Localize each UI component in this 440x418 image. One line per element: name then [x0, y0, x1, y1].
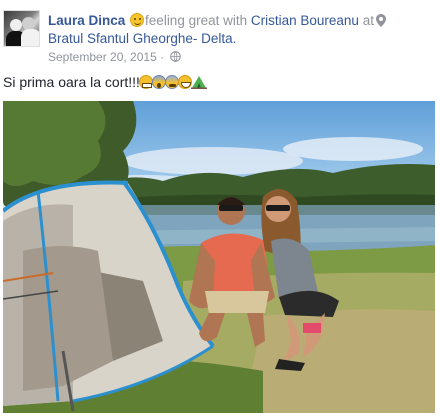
meta-separator: · [160, 50, 165, 64]
face-screaming-icon [151, 75, 166, 89]
smiling-face-icon [177, 75, 192, 89]
author-name-link[interactable]: Laura Dinca [48, 13, 125, 28]
post-meta: September 20, 2015 · [48, 50, 182, 64]
post-location-line: Bratul Sfantul Gheorghe- Delta. [48, 30, 236, 47]
globe-icon[interactable] [170, 51, 182, 62]
map-pin-icon [375, 14, 386, 27]
author-avatar[interactable] [3, 10, 40, 47]
photo-scene [3, 101, 435, 413]
post-photo[interactable] [3, 101, 435, 413]
at-text: at [362, 13, 374, 28]
location-link[interactable]: Bratul Sfantul Gheorghe- Delta. [48, 31, 236, 46]
status-text: Si prima oara la cort!!! [3, 73, 207, 91]
post-date-link[interactable]: September 20, 2015 [48, 50, 157, 64]
tagged-friend-link[interactable]: Cristian Boureanu [251, 13, 359, 28]
feeling-text: feeling great with [145, 13, 248, 28]
fearful-face-icon [164, 75, 179, 89]
smiley-face-icon [130, 13, 145, 27]
facebook-post: Laura Dinca feeling great with Cristian … [0, 0, 440, 418]
grimacing-face-icon [138, 75, 153, 89]
post-header: Laura Dinca feeling great with Cristian … [48, 12, 436, 29]
status-message: Si prima oara la cort!!! [3, 74, 140, 90]
camping-icon [190, 76, 207, 89]
